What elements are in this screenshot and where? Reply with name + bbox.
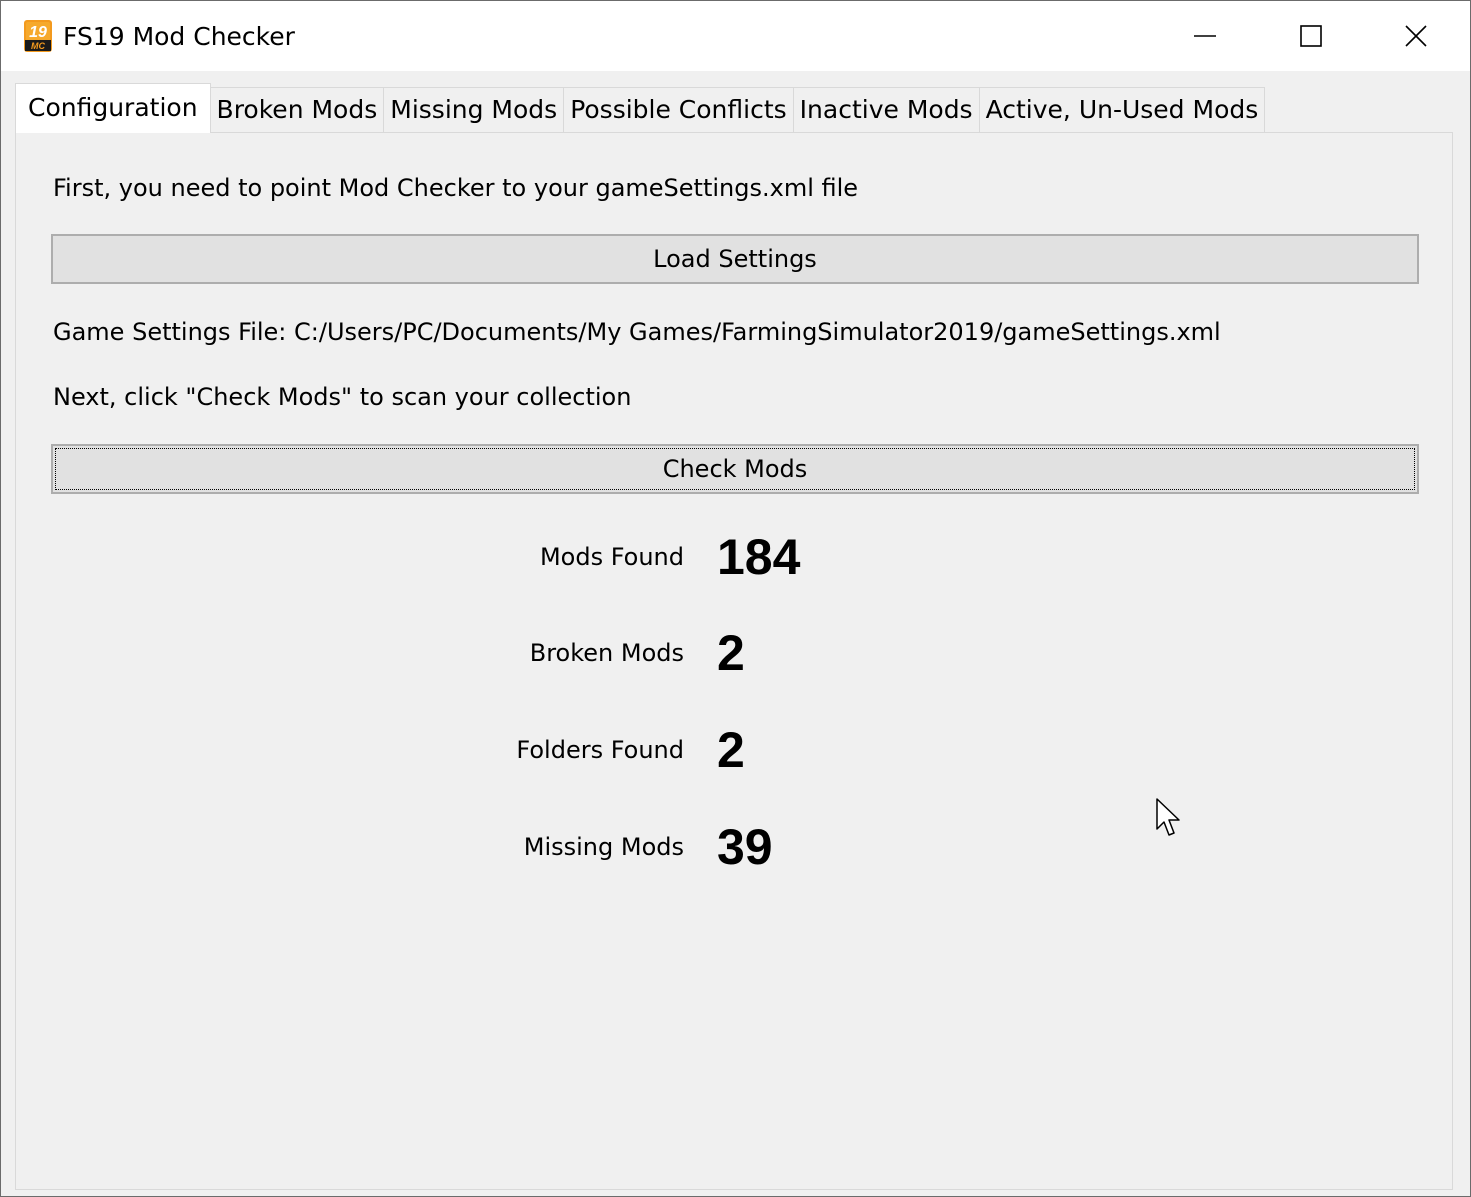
fs19-mod-checker-logo-icon: 19 MC (24, 20, 52, 52)
stat-value-missing-mods: 39 (717, 819, 773, 875)
check-mods-label: Check Mods (662, 455, 808, 483)
stat-label-broken-mods: Broken Mods (529, 639, 684, 667)
tab-missing-mods[interactable]: Missing Mods (383, 87, 565, 133)
intro-text: First, you need to point Mod Checker to … (53, 174, 859, 202)
tab-active-unused-mods[interactable]: Active, Un-Used Mods (978, 87, 1266, 133)
maximize-button[interactable] (1258, 1, 1363, 71)
load-settings-button[interactable]: Load Settings (51, 234, 1419, 284)
maximize-icon (1299, 25, 1322, 47)
svg-text:MC: MC (31, 41, 45, 51)
stat-label-mods-found: Mods Found (539, 543, 684, 571)
configuration-panel: First, you need to point Mod Checker to … (15, 132, 1453, 1190)
stat-value-folders-found: 2 (717, 722, 745, 778)
tab-broken-mods[interactable]: Broken Mods (209, 87, 385, 133)
load-settings-label: Load Settings (653, 245, 817, 273)
tab-configuration[interactable]: Configuration (15, 83, 211, 133)
svg-text:19: 19 (29, 24, 47, 41)
next-step-text: Next, click "Check Mods" to scan your co… (53, 383, 632, 411)
stat-label-missing-mods: Missing Mods (523, 833, 684, 861)
mouse-pointer-icon (1156, 798, 1180, 836)
settings-file-path: Game Settings File: C:/Users/PC/Document… (53, 318, 1221, 346)
window-title: FS19 Mod Checker (63, 22, 295, 51)
stat-label-folders-found: Folders Found (516, 736, 684, 764)
check-mods-button[interactable]: Check Mods (51, 444, 1419, 494)
stat-value-broken-mods: 2 (717, 625, 745, 681)
tab-inactive-mods[interactable]: Inactive Mods (792, 87, 980, 133)
tab-bar: Configuration Broken Mods Missing Mods P… (15, 83, 1266, 133)
close-icon (1404, 25, 1427, 47)
minimize-button[interactable] (1152, 1, 1257, 71)
stat-value-mods-found: 184 (717, 529, 801, 585)
tab-possible-conflicts[interactable]: Possible Conflicts (563, 87, 794, 133)
close-button[interactable] (1363, 1, 1468, 71)
title-bar[interactable]: 19 MC FS19 Mod Checker (1, 1, 1470, 71)
minimize-icon (1193, 35, 1216, 37)
app-window: 19 MC FS19 Mod Checker Configuration Bro… (0, 0, 1471, 1197)
